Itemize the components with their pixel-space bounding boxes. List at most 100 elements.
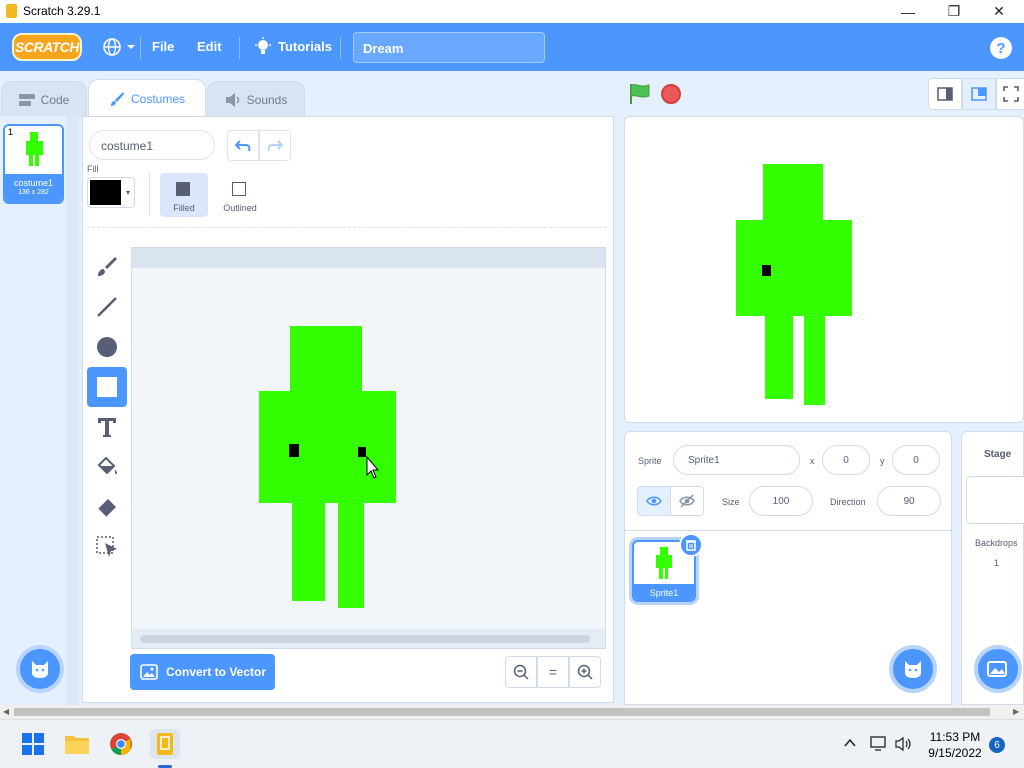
tab-costumes[interactable]: Costumes xyxy=(88,79,206,117)
convert-to-vector-button[interactable]: Convert to Vector xyxy=(130,654,275,690)
costume-thumbnail[interactable]: 1 costume1 136 x 282 xyxy=(3,124,64,204)
file-menu[interactable]: File xyxy=(152,39,174,54)
eraser-tool[interactable] xyxy=(87,487,127,527)
language-menu[interactable] xyxy=(103,38,137,61)
backdrops-count: 1 xyxy=(994,558,1000,568)
stage-selector-panel[interactable]: Stage Backdrops 1 xyxy=(961,431,1024,705)
scratch-taskbar-button[interactable] xyxy=(150,729,180,759)
circle-tool[interactable] xyxy=(87,327,127,367)
window-horizontal-scrollbar[interactable]: ◀ ▶ xyxy=(0,705,1024,719)
show-hidden-icons-button[interactable] xyxy=(843,736,857,755)
circle-icon xyxy=(97,337,117,357)
sprite-body-block xyxy=(290,326,362,392)
cat-add-icon xyxy=(905,661,921,678)
paint-canvas[interactable] xyxy=(131,247,606,649)
start-button[interactable] xyxy=(18,729,48,759)
choose-sprite-button[interactable] xyxy=(889,645,937,693)
file-explorer-button[interactable] xyxy=(62,729,92,759)
zoom-in-button[interactable] xyxy=(569,656,601,688)
help-button[interactable]: ? xyxy=(990,37,1012,59)
trash-icon xyxy=(686,540,696,551)
sprite-body-block xyxy=(656,555,672,568)
mode-outlined-label: Outlined xyxy=(223,203,257,213)
size-input[interactable]: 100 xyxy=(749,486,813,516)
mode-filled-button[interactable]: Filled xyxy=(160,173,208,217)
costume-size: 136 x 282 xyxy=(18,189,49,196)
edit-menu[interactable]: Edit xyxy=(197,39,222,54)
fullscreen-icon xyxy=(1002,86,1019,102)
paintbrush-icon xyxy=(110,91,124,106)
sprite-info-panel: Sprite Sprite1 x 0 y 0 Size 100 Directio… xyxy=(624,431,952,705)
costume-list-scrollbar[interactable] xyxy=(66,116,79,705)
tab-code-label: Code xyxy=(40,92,70,107)
taskbar: 11:53 PM 9/15/2022 6 xyxy=(0,719,1024,768)
green-flag-button[interactable] xyxy=(628,83,652,110)
stage-sprite xyxy=(736,164,852,405)
clock-time[interactable]: 11:53 PM xyxy=(924,730,986,744)
scratch-app-icon xyxy=(6,4,17,18)
normal-stage-button[interactable] xyxy=(962,78,996,110)
close-window-button[interactable]: ✕ xyxy=(976,0,1022,23)
cat-icon xyxy=(32,661,48,678)
sprite-body-block xyxy=(763,164,823,221)
hide-sprite-button[interactable] xyxy=(670,486,704,516)
costume-name-input[interactable]: costume1 xyxy=(89,130,215,160)
backdrop-thumbnail[interactable] xyxy=(966,476,1024,524)
stage[interactable] xyxy=(624,116,1024,423)
chrome-button[interactable] xyxy=(106,729,136,759)
zoom-out-button[interactable] xyxy=(505,656,537,688)
rectangle-tool[interactable] xyxy=(87,367,127,407)
choose-backdrop-button[interactable] xyxy=(974,645,1022,693)
stop-button[interactable] xyxy=(661,84,681,104)
fullscreen-button[interactable] xyxy=(996,78,1024,110)
show-sprite-button[interactable] xyxy=(637,486,671,516)
tutorials-menu[interactable]: Tutorials xyxy=(278,39,332,54)
delete-sprite-button[interactable] xyxy=(679,533,703,557)
small-stage-button[interactable] xyxy=(928,78,962,110)
notifications-badge[interactable]: 6 xyxy=(989,737,1005,753)
fill-tool[interactable] xyxy=(87,447,127,487)
clock-date[interactable]: 9/15/2022 xyxy=(924,746,986,760)
fill-color-picker[interactable]: ▾ xyxy=(87,177,135,208)
eye-icon xyxy=(646,496,662,506)
minimize-button[interactable]: — xyxy=(885,0,931,23)
green-flag-icon xyxy=(630,84,650,104)
zoom-reset-button[interactable]: = xyxy=(537,656,569,688)
costume-name: costume1 xyxy=(13,178,54,188)
project-title-input[interactable]: Dream xyxy=(353,32,545,63)
paint-editor: costume1 Fill ▾ Filled Outlined Convert … xyxy=(82,116,614,703)
scratch-logo[interactable]: SCRATCH xyxy=(12,33,82,61)
network-icon[interactable] xyxy=(870,736,888,757)
costume-number: 1 xyxy=(8,127,14,137)
scrollbar-thumb[interactable] xyxy=(14,708,990,716)
dropdown-arrow-icon: ▾ xyxy=(126,188,131,197)
sprite-label: Sprite xyxy=(638,456,662,466)
costume-label: costume1 136 x 282 xyxy=(5,174,62,202)
outlined-square-icon xyxy=(232,182,246,196)
image-icon xyxy=(140,664,158,680)
window-titlebar: Scratch 3.29.1 — ❐ ✕ xyxy=(0,0,1024,23)
y-input[interactable]: 0 xyxy=(892,445,940,475)
choose-costume-button[interactable] xyxy=(16,645,64,693)
maximize-button[interactable]: ❐ xyxy=(931,0,977,23)
undo-button[interactable] xyxy=(227,130,259,161)
scroll-left-icon[interactable]: ◀ xyxy=(3,707,9,716)
select-tool[interactable] xyxy=(87,527,127,567)
tab-code[interactable]: Code xyxy=(1,81,87,117)
chevron-up-icon xyxy=(844,738,856,747)
canvas-horizontal-scrollbar[interactable] xyxy=(132,629,605,648)
volume-icon[interactable] xyxy=(895,736,913,757)
x-input[interactable]: 0 xyxy=(822,445,870,475)
sprite-properties: Sprite Sprite1 x 0 y 0 Size 100 Directio… xyxy=(625,432,951,531)
mode-outlined-button[interactable]: Outlined xyxy=(216,173,264,217)
direction-input[interactable]: 90 xyxy=(877,486,941,516)
scroll-right-icon[interactable]: ▶ xyxy=(1013,707,1019,716)
brush-tool[interactable] xyxy=(87,247,127,287)
line-tool[interactable] xyxy=(87,287,127,327)
sprite-name-input[interactable]: Sprite1 xyxy=(673,445,800,475)
stage-panel-title: Stage xyxy=(984,449,1012,460)
text-tool[interactable] xyxy=(87,407,127,447)
select-icon xyxy=(96,536,117,557)
tab-sounds[interactable]: Sounds xyxy=(207,81,305,117)
redo-button[interactable] xyxy=(259,130,291,161)
